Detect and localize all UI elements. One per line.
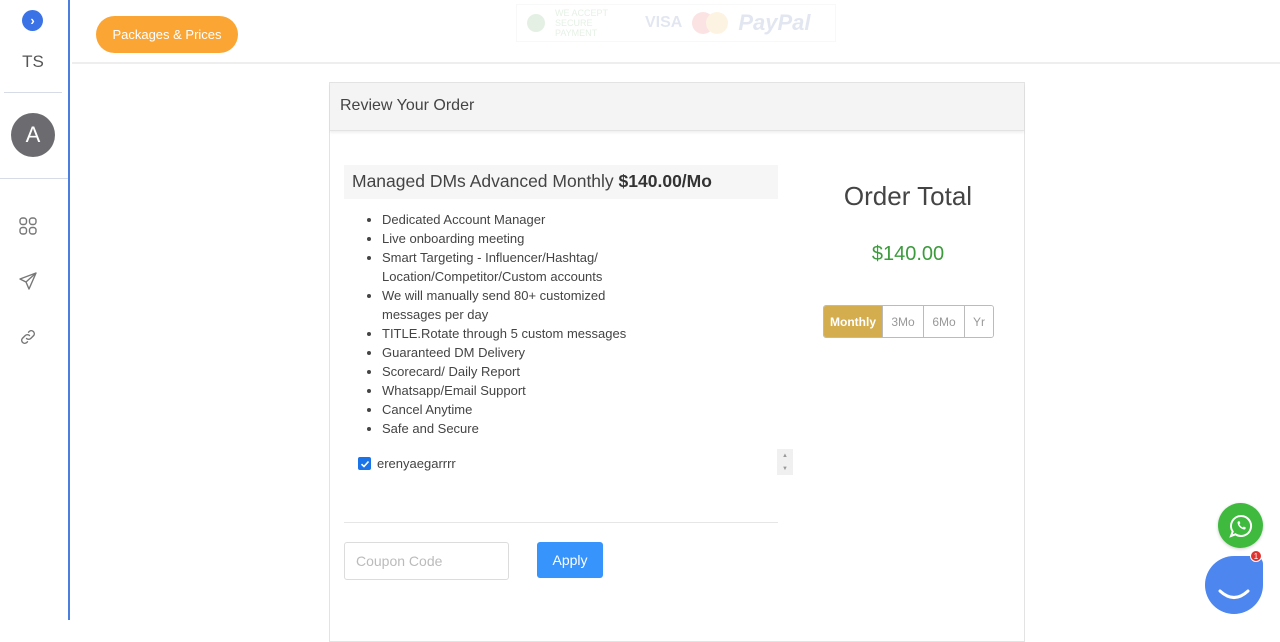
feature-item: Dedicated Account Manager (365, 210, 785, 229)
product-name: Managed DMs Advanced Monthly (352, 171, 619, 191)
review-order-card: Review Your Order Managed DMs Advanced M… (329, 82, 1025, 642)
whatsapp-button[interactable] (1218, 503, 1263, 548)
secure-badge-icon (527, 14, 545, 32)
payment-logos: WE ACCEPT SECURE PAYMENT VISA PayPal (516, 4, 836, 42)
account-list-scroller[interactable]: ▲ ▼ (777, 449, 793, 475)
avatar-initial: A (25, 122, 41, 147)
packages-prices-button[interactable]: Packages & Prices (96, 16, 238, 53)
grid-icon (19, 217, 37, 235)
secure-payment-text: WE ACCEPT SECURE PAYMENT (555, 8, 608, 38)
divider (344, 522, 778, 523)
period-yr-button[interactable]: Yr (965, 306, 993, 337)
feature-item: We will manually send 80+ customized mes… (365, 286, 625, 324)
mastercard-logo (692, 12, 729, 34)
link-icon (21, 330, 35, 344)
product-title: Managed DMs Advanced Monthly $140.00/Mo (344, 165, 778, 199)
period-3mo-button[interactable]: 3Mo (883, 306, 924, 337)
sidebar-divider (4, 92, 62, 93)
avatar[interactable]: A (11, 113, 55, 157)
checkmark-icon (360, 460, 369, 468)
order-total-amount: $140.00 (871, 243, 945, 265)
scroll-up-icon[interactable]: ▲ (782, 453, 788, 459)
sidebar-item-messages[interactable] (18, 271, 38, 291)
period-monthly-button[interactable]: Monthly (824, 306, 883, 337)
workspace-initials: TS (22, 52, 44, 71)
account-username: erenyaegarrrr (377, 456, 456, 471)
sidebar: › TS A (0, 0, 70, 620)
order-total-label: Order Total (843, 181, 973, 211)
feature-item: Live onboarding meeting (365, 229, 785, 248)
account-checkbox[interactable] (358, 457, 371, 470)
visa-logo: VISA (645, 14, 683, 31)
feature-item: Smart Targeting - Influencer/Hashtag/ Lo… (365, 248, 625, 286)
chevron-right-icon: › (30, 13, 35, 28)
send-icon (19, 272, 37, 290)
period-6mo-button[interactable]: 6Mo (924, 306, 965, 337)
sidebar-expand-button[interactable]: › (22, 10, 43, 31)
feature-item: Scorecard/ Daily Report (365, 362, 785, 381)
product-price: $140.00/Mo (618, 171, 712, 191)
whatsapp-icon (1228, 514, 1252, 538)
sidebar-item-links[interactable] (18, 327, 38, 347)
coupon-code-input[interactable] (344, 542, 509, 580)
feature-item: Guaranteed DM Delivery (365, 343, 785, 362)
apply-coupon-button[interactable]: Apply (537, 542, 603, 578)
sidebar-divider (0, 178, 68, 179)
scroll-down-icon[interactable]: ▼ (782, 466, 788, 472)
feature-list: Dedicated Account Manager Live onboardin… (365, 210, 785, 438)
card-header: Review Your Order (330, 83, 1024, 131)
feature-item: Cancel Anytime (365, 400, 785, 419)
feature-item: Whatsapp/Email Support (365, 381, 785, 400)
chat-smile-icon (1218, 589, 1250, 599)
chat-notification-badge: 1 (1250, 550, 1262, 562)
top-bar: Packages & Prices WE ACCEPT SECURE PAYME… (72, 0, 1280, 64)
feature-item: Safe and Secure (365, 419, 785, 438)
sidebar-item-dashboard[interactable] (18, 216, 38, 236)
account-select-row: erenyaegarrrr (358, 456, 456, 471)
feature-item: TITLE.Rotate through 5 custom messages (365, 324, 785, 343)
billing-period-selector: Monthly 3Mo 6Mo Yr (823, 305, 994, 338)
paypal-logo: PayPal (738, 10, 811, 35)
chat-widget-button[interactable] (1205, 556, 1263, 614)
